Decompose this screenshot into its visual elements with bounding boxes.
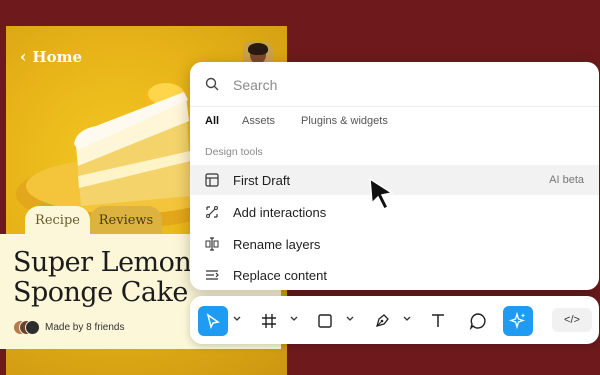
design-toolbar: </> (190, 296, 599, 344)
chevron-down-icon[interactable] (233, 316, 241, 322)
comment-tool-button[interactable] (463, 306, 493, 336)
menu-item-label: Add interactions (233, 205, 327, 220)
text-tool-button[interactable] (423, 306, 453, 336)
menu-item-label: Rename layers (233, 237, 321, 252)
pen-tool-button[interactable] (367, 306, 397, 336)
tab-plugins[interactable]: Plugins & widgets (301, 115, 388, 127)
chevron-down-icon[interactable] (346, 316, 354, 322)
comment-icon (469, 313, 486, 330)
tab-reviews[interactable]: Reviews (90, 206, 162, 234)
friend-avatar (25, 320, 40, 335)
sparkle-icon (509, 312, 526, 330)
interactions-icon (206, 206, 218, 218)
chevron-left-icon: ‹ (20, 47, 27, 66)
menu-item-replace-content[interactable]: Replace content (190, 260, 599, 290)
mouse-cursor-icon (369, 177, 394, 211)
menu-item-label: First Draft (233, 173, 291, 188)
dev-mode-button[interactable]: </> (552, 308, 592, 332)
square-icon (318, 314, 332, 328)
quick-actions-panel: Search All Assets Plugins & widgets Desi… (190, 62, 599, 290)
ai-beta-badge: AI beta (549, 174, 584, 186)
filter-tabs: All Assets Plugins & widgets (190, 106, 599, 138)
first-draft-icon (205, 173, 219, 187)
tab-all[interactable]: All (205, 115, 219, 127)
tab-assets[interactable]: Assets (242, 115, 275, 127)
pen-icon (376, 314, 389, 327)
chevron-down-icon[interactable] (403, 316, 411, 322)
ai-tool-button[interactable] (503, 306, 533, 336)
search-bar[interactable]: Search (190, 62, 599, 107)
shape-tool-button[interactable] (310, 306, 340, 336)
hash-frame-icon (262, 314, 276, 328)
search-icon (205, 77, 219, 91)
recipe-title: Super Lemon Sponge Cake (13, 247, 192, 308)
made-by-row: Made by 8 friends (13, 320, 125, 335)
tab-recipe[interactable]: Recipe (25, 206, 90, 234)
move-tool-button[interactable] (198, 306, 228, 336)
chevron-down-icon[interactable] (290, 316, 298, 322)
search-input[interactable]: Search (233, 77, 277, 93)
replace-icon (206, 270, 219, 280)
section-label: Design tools (205, 146, 263, 158)
frame-tool-button[interactable] (254, 306, 284, 336)
cursor-arrow-icon (206, 313, 220, 329)
text-icon (432, 314, 444, 327)
back-label: Home (32, 47, 82, 66)
made-by-label: Made by 8 friends (45, 322, 125, 333)
menu-item-rename-layers[interactable]: Rename layers (190, 229, 599, 259)
menu-item-label: Replace content (233, 268, 327, 283)
rename-icon (205, 237, 219, 251)
back-link[interactable]: ‹ Home (20, 47, 82, 66)
